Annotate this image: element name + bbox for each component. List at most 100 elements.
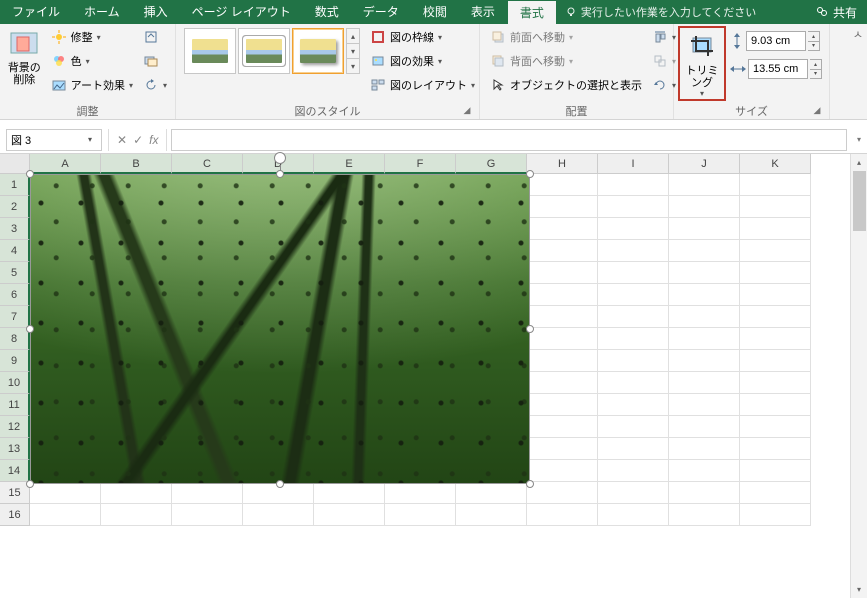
cell[interactable]	[669, 218, 740, 240]
cell[interactable]	[740, 482, 811, 504]
cell[interactable]	[669, 416, 740, 438]
picture-effects-button[interactable]: 図の効果 ▾	[366, 50, 479, 72]
cell[interactable]	[527, 174, 598, 196]
cell[interactable]	[669, 262, 740, 284]
row-header-13[interactable]: 13	[0, 438, 30, 460]
gallery-up-button[interactable]: ▴	[347, 29, 359, 44]
cell[interactable]	[740, 460, 811, 482]
scroll-thumb[interactable]	[853, 171, 866, 231]
cell[interactable]	[740, 240, 811, 262]
cell[interactable]	[172, 482, 243, 504]
row-header-4[interactable]: 4	[0, 240, 30, 262]
dialog-launcher-size[interactable]: ◢	[811, 105, 823, 117]
cell[interactable]	[669, 240, 740, 262]
cell[interactable]	[740, 394, 811, 416]
picture-border-button[interactable]: 図の枠線 ▾	[366, 26, 479, 48]
cell[interactable]	[598, 196, 669, 218]
selected-image[interactable]	[30, 174, 530, 484]
style-thumb-1[interactable]	[184, 28, 236, 74]
row-header-11[interactable]: 11	[0, 394, 30, 416]
cell[interactable]	[314, 504, 385, 526]
cell[interactable]	[527, 196, 598, 218]
gallery-more-button[interactable]: ▾	[347, 59, 359, 73]
cell[interactable]	[598, 174, 669, 196]
cell[interactable]	[598, 306, 669, 328]
cell[interactable]	[669, 196, 740, 218]
row-header-7[interactable]: 7	[0, 306, 30, 328]
enter-icon[interactable]: ✓	[133, 133, 143, 147]
col-header-C[interactable]: C	[172, 154, 243, 174]
cell[interactable]	[669, 328, 740, 350]
picture-layout-button[interactable]: 図のレイアウト ▾	[366, 74, 479, 96]
cell[interactable]	[527, 284, 598, 306]
cell[interactable]	[172, 504, 243, 526]
cell[interactable]	[669, 284, 740, 306]
cell[interactable]	[527, 350, 598, 372]
col-header-I[interactable]: I	[598, 154, 669, 174]
row-header-10[interactable]: 10	[0, 372, 30, 394]
cell[interactable]	[527, 394, 598, 416]
cell[interactable]	[527, 218, 598, 240]
cell[interactable]	[314, 482, 385, 504]
resize-handle-b[interactable]	[276, 480, 284, 488]
height-field[interactable]: 9.03 cm ▴▾	[730, 30, 822, 52]
cell[interactable]	[527, 262, 598, 284]
name-box[interactable]: 図 3 ▾	[6, 129, 102, 151]
col-header-A[interactable]: A	[30, 154, 101, 174]
dialog-launcher-styles[interactable]: ◢	[461, 105, 473, 117]
cell[interactable]	[527, 306, 598, 328]
tab-home[interactable]: ホーム	[72, 0, 132, 24]
spinner-up[interactable]: ▴	[808, 32, 819, 42]
fx-icon[interactable]: fx	[149, 133, 158, 147]
cell[interactable]	[527, 328, 598, 350]
spinner-down[interactable]: ▾	[810, 70, 821, 79]
cell[interactable]	[598, 438, 669, 460]
cell[interactable]	[385, 482, 456, 504]
cell[interactable]	[598, 416, 669, 438]
cell[interactable]	[598, 482, 669, 504]
cell[interactable]	[456, 504, 527, 526]
resize-handle-br[interactable]	[526, 480, 534, 488]
artistic-effects-button[interactable]: アート効果 ▾	[47, 74, 137, 96]
cell[interactable]	[740, 416, 811, 438]
resize-handle-bl[interactable]	[26, 480, 34, 488]
cell[interactable]	[669, 174, 740, 196]
tab-file[interactable]: ファイル	[0, 0, 72, 24]
tab-view[interactable]: 表示	[459, 0, 507, 24]
gallery-down-button[interactable]: ▾	[347, 44, 359, 59]
cell[interactable]	[669, 504, 740, 526]
col-header-J[interactable]: J	[669, 154, 740, 174]
cell[interactable]	[669, 460, 740, 482]
cell[interactable]	[527, 482, 598, 504]
row-header-14[interactable]: 14	[0, 460, 30, 482]
cell[interactable]	[456, 482, 527, 504]
tab-review[interactable]: 校閲	[411, 0, 459, 24]
cell[interactable]	[527, 460, 598, 482]
style-thumb-2[interactable]	[238, 28, 290, 74]
cell[interactable]	[527, 504, 598, 526]
formula-expand-icon[interactable]: ▾	[851, 135, 867, 144]
resize-handle-l[interactable]	[26, 325, 34, 333]
resize-handle-tr[interactable]	[526, 170, 534, 178]
row-header-12[interactable]: 12	[0, 416, 30, 438]
row-header-1[interactable]: 1	[0, 174, 30, 196]
resize-handle-r[interactable]	[526, 325, 534, 333]
tell-me-box[interactable]: 実行したい作業を入力してください	[557, 4, 805, 20]
row-header-16[interactable]: 16	[0, 504, 30, 526]
resize-handle-t[interactable]	[276, 170, 284, 178]
send-backward-button[interactable]: 背面へ移動 ▾	[486, 50, 646, 72]
tab-formulas[interactable]: 数式	[303, 0, 351, 24]
spinner-down[interactable]: ▾	[808, 42, 819, 51]
change-picture-button[interactable]	[139, 50, 171, 72]
cell[interactable]	[740, 504, 811, 526]
tab-insert[interactable]: 挿入	[132, 0, 180, 24]
cell[interactable]	[598, 460, 669, 482]
compress-button[interactable]	[139, 26, 171, 48]
cancel-icon[interactable]: ✕	[117, 133, 127, 147]
cell[interactable]	[30, 482, 101, 504]
row-header-2[interactable]: 2	[0, 196, 30, 218]
cell[interactable]	[598, 262, 669, 284]
tab-format[interactable]: 書式	[507, 0, 557, 24]
height-spinner[interactable]: ▴▾	[808, 31, 820, 51]
cell[interactable]	[598, 504, 669, 526]
